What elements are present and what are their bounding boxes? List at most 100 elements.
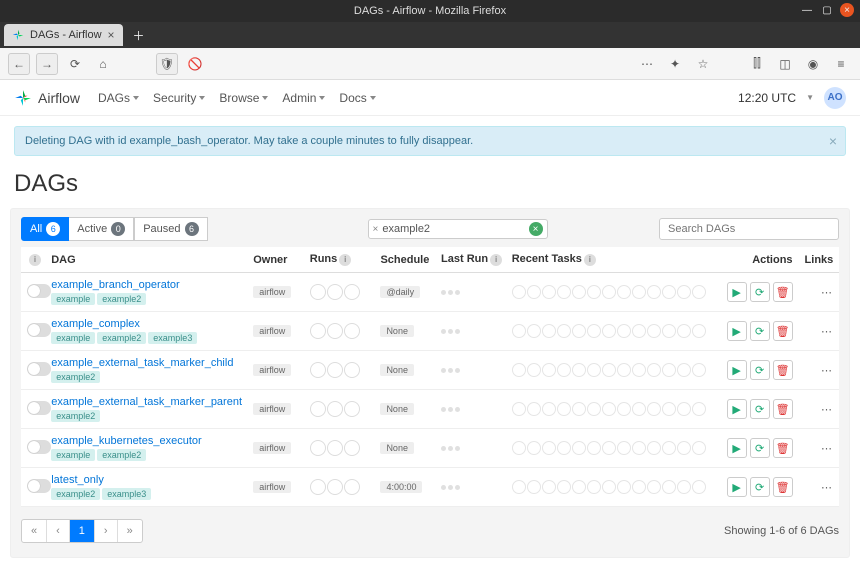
refresh-button[interactable]: ⟳ [750,438,770,458]
delete-button[interactable]: 🗑 [773,477,793,497]
dag-tag[interactable]: example2 [51,371,100,383]
trigger-button[interactable]: ▶ [727,477,747,497]
trigger-button[interactable]: ▶ [727,360,747,380]
filter-active[interactable]: Active0 [69,217,134,241]
col-recent[interactable]: Recent Tasksi [506,247,718,273]
recent-tasks[interactable] [512,363,712,377]
page-prev[interactable]: ‹ [47,520,70,542]
dag-link[interactable]: example_external_task_marker_child [51,357,233,369]
permissions-icon[interactable]: 🚫 [184,53,206,75]
shield-icon[interactable]: 🛡 [156,53,178,75]
col-owner[interactable]: Owner [247,247,304,273]
reload-button[interactable]: ⟳ [64,53,86,75]
links-menu[interactable]: ⋯ [821,365,833,377]
dag-tag[interactable]: example2 [97,332,146,344]
owner-badge[interactable]: airflow [253,442,291,454]
filter-all[interactable]: All6 [21,217,69,241]
bookmark-icon[interactable]: ☆ [692,53,714,75]
owner-badge[interactable]: airflow [253,403,291,415]
dag-link[interactable]: example_complex [51,318,140,330]
info-icon[interactable]: i [29,254,41,266]
refresh-button[interactable]: ⟳ [750,360,770,380]
delete-button[interactable]: 🗑 [773,282,793,302]
search-input[interactable] [659,218,839,240]
refresh-button[interactable]: ⟳ [750,477,770,497]
dag-tag[interactable]: example [51,332,95,344]
alert-close-icon[interactable]: × [829,133,837,149]
nav-browse[interactable]: Browse [219,91,268,105]
browser-tab[interactable]: DAGs - Airflow × [4,24,123,46]
links-menu[interactable]: ⋯ [821,404,833,416]
dag-link[interactable]: example_kubernetes_executor [51,435,201,447]
library-icon[interactable]: ⫿⫿ [746,53,768,75]
links-menu[interactable]: ⋯ [821,287,833,299]
pause-toggle[interactable] [27,440,51,454]
minimize-icon[interactable]: — [800,3,814,17]
trigger-button[interactable]: ▶ [727,399,747,419]
runs-indicator[interactable] [310,284,369,300]
sidebar-icon[interactable]: ◫ [774,53,796,75]
nav-dags[interactable]: DAGs [98,91,139,105]
recent-tasks[interactable] [512,324,712,338]
runs-indicator[interactable] [310,401,369,417]
trigger-button[interactable]: ▶ [727,282,747,302]
nav-docs[interactable]: Docs [339,91,375,105]
links-menu[interactable]: ⋯ [821,443,833,455]
chevron-down-icon[interactable]: ▼ [806,93,814,102]
trigger-button[interactable]: ▶ [727,321,747,341]
pause-toggle[interactable] [27,362,51,376]
brand[interactable]: Airflow [14,89,80,107]
runs-indicator[interactable] [310,362,369,378]
tag-filter[interactable]: × example2 × [368,219,548,239]
col-dag[interactable]: DAG [45,247,247,273]
more-icon[interactable]: ⋯ [636,53,658,75]
dag-link[interactable]: example_branch_operator [51,279,179,291]
dag-link[interactable]: latest_only [51,474,104,486]
back-button[interactable]: ← [8,53,30,75]
menu-icon[interactable]: ≡ [830,53,852,75]
info-icon[interactable]: i [490,254,502,266]
refresh-button[interactable]: ⟳ [750,282,770,302]
owner-badge[interactable]: airflow [253,286,291,298]
dag-tag[interactable]: example2 [51,410,100,422]
pause-toggle[interactable] [27,479,51,493]
schedule-badge[interactable]: None [380,364,414,376]
dag-tag[interactable]: example [51,449,95,461]
delete-button[interactable]: 🗑 [773,360,793,380]
owner-badge[interactable]: airflow [253,364,291,376]
reader-icon[interactable]: ✦ [664,53,686,75]
runs-indicator[interactable] [310,479,369,495]
tag-filter-clear-icon[interactable]: × [529,222,543,236]
new-tab-button[interactable]: ＋ [127,24,151,46]
col-schedule[interactable]: Schedule [374,247,435,273]
recent-tasks[interactable] [512,285,712,299]
account-icon[interactable]: ◉ [802,53,824,75]
info-icon[interactable]: i [339,254,351,266]
filter-paused[interactable]: Paused6 [134,217,207,241]
page-next[interactable]: › [95,520,118,542]
maximize-icon[interactable]: ▢ [820,3,834,17]
delete-button[interactable]: 🗑 [773,438,793,458]
page-current[interactable]: 1 [70,520,95,542]
info-icon[interactable]: i [584,254,596,266]
schedule-badge[interactable]: @daily [380,286,420,298]
schedule-badge[interactable]: None [380,325,414,337]
refresh-button[interactable]: ⟳ [750,321,770,341]
runs-indicator[interactable] [310,440,369,456]
col-runs[interactable]: Runsi [304,247,375,273]
trigger-button[interactable]: ▶ [727,438,747,458]
col-lastrun[interactable]: Last Runi [435,247,506,273]
delete-button[interactable]: 🗑 [773,321,793,341]
nav-admin[interactable]: Admin [282,91,325,105]
owner-badge[interactable]: airflow [253,481,291,493]
tag-remove-icon[interactable]: × [373,224,379,235]
dag-tag[interactable]: example3 [102,488,151,500]
pause-toggle[interactable] [27,323,51,337]
home-button[interactable]: ⌂ [92,53,114,75]
dag-tag[interactable]: example3 [148,332,197,344]
recent-tasks[interactable] [512,441,712,455]
close-window-icon[interactable]: × [840,3,854,17]
links-menu[interactable]: ⋯ [821,482,833,494]
dag-tag[interactable]: example2 [97,449,146,461]
refresh-button[interactable]: ⟳ [750,399,770,419]
